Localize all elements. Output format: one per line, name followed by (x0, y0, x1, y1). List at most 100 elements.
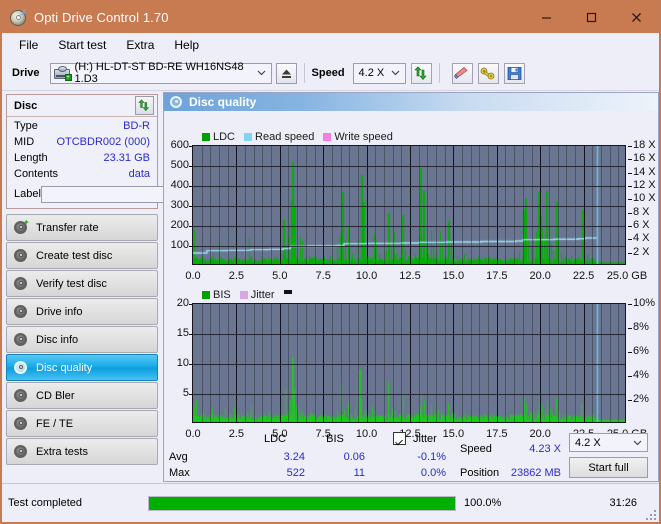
sidebar-item-fe-te[interactable]: FE / TE (6, 410, 158, 437)
eject-button[interactable] (275, 62, 297, 84)
sidebar-label-cd-bler: CD Bler (36, 389, 75, 402)
sidebar-label-fe-te: FE / TE (36, 417, 74, 430)
legend-label-ldc: LDC (213, 131, 236, 143)
disc-key-mid: MID (14, 135, 35, 148)
menu-file[interactable]: File (10, 36, 47, 54)
y-tick-mark (189, 334, 193, 335)
stats-row-avg-label: Avg (169, 451, 188, 463)
y2-tick-mark (628, 352, 632, 353)
speed-select[interactable]: 4.2 X (352, 62, 406, 84)
resize-grip[interactable] (645, 509, 656, 520)
window-title: Opti Drive Control 1.70 (34, 10, 169, 25)
gridline-vertical (254, 304, 255, 422)
test-speed-value: 4.2 X (575, 436, 601, 449)
gridline-vertical (202, 304, 203, 422)
gridline-vertical (575, 304, 576, 422)
y2-tick-mark (628, 376, 632, 377)
sidebar-item-disc-info[interactable]: Disc info (6, 326, 158, 353)
drive-select[interactable]: + (H:) HL-DT-ST BD-RE WH16NS48 1.D3 (49, 61, 272, 85)
disc-row-contents: Contents data (7, 166, 157, 181)
y-tick-mark (189, 246, 193, 247)
gridline-vertical (401, 304, 402, 422)
gridline-vertical (497, 304, 498, 422)
x-tick-label: 25.0 GB (606, 270, 648, 282)
stats-col-ldc: LDC (263, 433, 286, 445)
speed-select-value: 4.2 X (358, 67, 385, 79)
stats-col-bis: BIS (326, 433, 344, 445)
menu-extra[interactable]: Extra (117, 36, 163, 54)
sidebar-item-cd-bler[interactable]: CD Bler (6, 382, 158, 409)
jitter-checkbox[interactable] (393, 432, 406, 445)
disc-info-title: Disc (14, 99, 38, 112)
x-tick-label: 10.0 (355, 270, 378, 282)
gridline-vertical (445, 304, 446, 422)
disc-key-length: Length (14, 151, 48, 164)
refresh-button[interactable] (410, 62, 432, 84)
y2-tick-mark (628, 239, 632, 241)
gridline-vertical (228, 304, 229, 422)
disc-value-mid: OTCBDR002 (000) (56, 135, 150, 148)
menu-start-test[interactable]: Start test (49, 36, 115, 54)
tools-button[interactable] (477, 62, 499, 84)
x-tick-label: 20.0 (529, 270, 551, 282)
y2-tick-label: 12 X (633, 179, 656, 191)
test-speed-select[interactable]: 4.2 X (569, 433, 648, 452)
sidebar-item-drive-info[interactable]: Drive info (6, 298, 158, 325)
sidebar-label-verify-test-disc: Verify test disc (36, 277, 107, 290)
y-tick-label: 300 (170, 199, 189, 211)
disc-info-icon (13, 332, 29, 348)
erase-button[interactable] (451, 62, 473, 84)
legend-swatch-ldc (202, 133, 210, 141)
status-bar: Test completed 100.0% 31:26 (2, 483, 659, 522)
disc-refresh-button[interactable] (135, 96, 154, 115)
chevron-down-icon (391, 67, 400, 79)
disc-value-contents: data (128, 167, 150, 180)
sidebar-item-extra-tests[interactable]: Extra tests (6, 438, 158, 465)
x-tick-label: 22.5 (572, 270, 595, 282)
stats-row-max-label: Max (169, 467, 190, 479)
speed-label: Speed (311, 67, 345, 79)
toolbar: Drive + (H:) HL-DT-ST BD-RE WH16NS48 1.D… (2, 56, 659, 91)
gridline-vertical (367, 304, 368, 422)
y2-tick-label: 6 X (633, 219, 650, 231)
legend-label-read-speed: Read speed (255, 131, 315, 143)
close-button[interactable] (614, 2, 659, 33)
y2-tick-mark (628, 186, 632, 187)
start-full-button[interactable]: Start full (569, 457, 648, 478)
gridline-vertical (505, 304, 506, 422)
maximize-button[interactable] (569, 2, 614, 33)
disc-quality-icon (170, 95, 183, 109)
sidebar-item-transfer-rate[interactable]: ✦ Transfer rate (6, 214, 158, 241)
drive-select-value: (H:) HL-DT-ST BD-RE WH16NS48 1.D3 (74, 61, 244, 85)
menu-help[interactable]: Help (165, 36, 208, 54)
gridline-vertical (375, 304, 376, 422)
gridline-vertical (479, 304, 480, 422)
disc-row-mid: MID OTCBDR002 (000) (7, 134, 157, 149)
disc-label-row: Label (7, 184, 243, 204)
y-tick-label: 400 (170, 179, 189, 191)
gridline-vertical (523, 304, 524, 422)
jitter-label: Jitter (413, 433, 437, 445)
gridline-vertical (236, 304, 237, 422)
save-button[interactable] (503, 62, 525, 84)
gridline-vertical (601, 304, 602, 422)
y-tick-label: 20 (176, 297, 189, 309)
sidebar-item-verify-test-disc[interactable]: Verify test disc (6, 270, 158, 297)
gridline-vertical (427, 304, 428, 422)
bis-legend: BIS Jitter (202, 289, 292, 301)
y2-tick-label: 2 X (633, 245, 650, 258)
gridline-horizontal (193, 166, 625, 167)
drive-info-icon (13, 304, 29, 320)
legend-marker-cursor (283, 290, 292, 294)
y-tick-label: 600 (170, 139, 189, 151)
gridline-vertical (514, 304, 515, 422)
y-tick-label: 500 (170, 159, 189, 171)
sidebar-item-create-test-disc[interactable]: Create test disc (6, 242, 158, 269)
sidebar-item-disc-quality[interactable]: Disc quality (6, 354, 158, 381)
elapsed-time: 31:26 (609, 497, 637, 509)
sidebar-label-transfer-rate: Transfer rate (36, 221, 99, 234)
minimize-button[interactable] (524, 2, 569, 33)
y2-tick-label: 2% (633, 393, 649, 405)
y2-tick-mark (628, 159, 632, 161)
y-tick-mark (189, 206, 193, 207)
